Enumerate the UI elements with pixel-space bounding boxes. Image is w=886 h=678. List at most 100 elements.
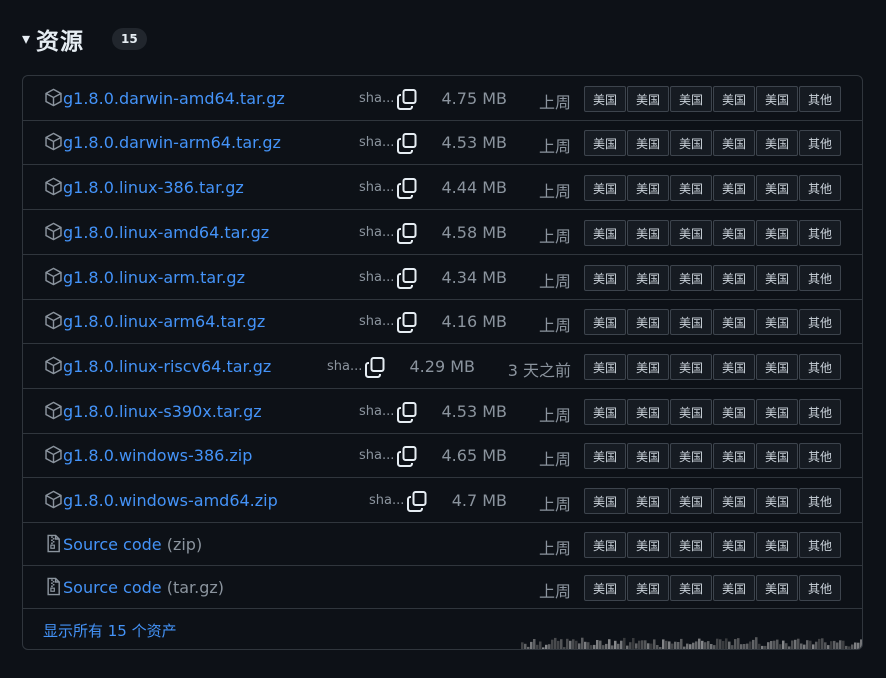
reaction-blur-block bbox=[539, 641, 542, 649]
reaction-blur-block bbox=[839, 640, 842, 649]
region-badge: 美国 bbox=[713, 309, 755, 335]
reaction-blur-block bbox=[635, 643, 638, 649]
reaction-blur-block bbox=[857, 642, 860, 649]
reaction-blur-block bbox=[578, 643, 581, 649]
reaction-blur-block bbox=[674, 641, 677, 649]
region-badges: 美国 美国 美国 美国 美国 其他 bbox=[584, 130, 842, 156]
region-badge: 美国 bbox=[627, 220, 669, 246]
reaction-blur-block bbox=[689, 644, 692, 649]
region-badge: 美国 bbox=[584, 265, 626, 291]
reaction-blur-block bbox=[719, 639, 722, 649]
show-all-assets-link[interactable]: 显示所有 15 个资产 bbox=[43, 620, 177, 641]
region-badge: 美国 bbox=[627, 265, 669, 291]
region-badge: 其他 bbox=[799, 443, 841, 469]
reaction-blur-block bbox=[803, 644, 806, 649]
region-badge: 美国 bbox=[627, 86, 669, 112]
reaction-blur-block bbox=[617, 643, 620, 649]
reaction-blur-block bbox=[563, 647, 566, 649]
asset-row: g1.8.0.linux-riscv64.tar.gz sha... 4.29 MB… bbox=[23, 344, 862, 389]
reaction-blur-block bbox=[626, 645, 629, 649]
region-badges: 美国 美国 美国 美国 美国 其他 bbox=[584, 86, 842, 112]
region-badge: 美国 bbox=[584, 86, 626, 112]
asset-row: g1.8.0.linux-arm.tar.gz sha... 4.34 MB 上周 美国… bbox=[23, 255, 862, 300]
reaction-blur-block bbox=[821, 638, 824, 649]
region-badge: 美国 bbox=[756, 488, 798, 514]
region-badges: 美国 美国 美国 美国 美国 其他 bbox=[584, 532, 842, 558]
reaction-blur-block bbox=[737, 638, 740, 649]
region-badges: 美国 美国 美国 美国 美国 其他 bbox=[584, 309, 842, 335]
reaction-blur-block bbox=[800, 643, 803, 649]
region-badge: 美国 bbox=[627, 575, 669, 601]
reaction-blur-block bbox=[854, 642, 857, 649]
reaction-blur-block bbox=[797, 638, 800, 649]
region-badge: 美国 bbox=[756, 309, 798, 335]
reaction-blur-block bbox=[758, 643, 761, 649]
reaction-blur-block bbox=[596, 640, 599, 649]
region-badges: 美国 美国 美国 美国 美国 其他 bbox=[584, 443, 842, 469]
reaction-blur-block bbox=[704, 642, 707, 649]
reaction-blur-block bbox=[650, 643, 653, 649]
reaction-blur-block bbox=[833, 640, 836, 649]
caret-down-icon[interactable]: ▾ bbox=[22, 31, 30, 47]
region-badge: 其他 bbox=[799, 130, 841, 156]
region-badge: 美国 bbox=[584, 175, 626, 201]
region-badge: 其他 bbox=[799, 488, 841, 514]
region-badges: 美国 美国 美国 美国 美国 其他 bbox=[584, 354, 842, 380]
reaction-blur-block bbox=[530, 641, 533, 649]
reaction-blur-block bbox=[644, 640, 647, 649]
region-badge: 美国 bbox=[670, 354, 712, 380]
reaction-blur-block bbox=[686, 643, 689, 649]
reaction-blur-block bbox=[812, 644, 815, 649]
reaction-blur-block bbox=[587, 642, 590, 649]
region-badges: 美国 美国 美国 美国 美国 其他 bbox=[584, 399, 842, 425]
reaction-blur-block bbox=[695, 641, 698, 649]
reaction-blur-block bbox=[683, 646, 686, 649]
reaction-blur-block bbox=[734, 639, 737, 649]
reaction-blur-block bbox=[782, 640, 785, 649]
reaction-blur-block bbox=[728, 641, 731, 649]
region-badges: 美国 美国 美国 美国 美国 其他 bbox=[584, 220, 842, 246]
reaction-blur-block bbox=[524, 643, 527, 649]
reaction-blur-block bbox=[680, 638, 683, 649]
assets-count-badge: 15 bbox=[112, 28, 147, 50]
reaction-blur-block bbox=[527, 646, 530, 649]
region-badge: 美国 bbox=[584, 575, 626, 601]
region-badge: 美国 bbox=[713, 220, 755, 246]
region-badges: 美国 美国 美国 美国 美国 其他 bbox=[584, 488, 842, 514]
region-badge: 美国 bbox=[584, 220, 626, 246]
reaction-blur-block bbox=[668, 641, 671, 649]
region-badge: 美国 bbox=[713, 354, 755, 380]
reaction-blur-block bbox=[836, 642, 839, 649]
asset-row: g1.8.0.linux-386.tar.gz sha... 4.44 MB 上周 美国… bbox=[23, 165, 862, 210]
reaction-blur-block bbox=[653, 639, 656, 649]
reaction-blur-block bbox=[677, 642, 680, 649]
reaction-blur-block bbox=[749, 641, 752, 649]
region-badge: 美国 bbox=[713, 86, 755, 112]
reaction-blur-block bbox=[845, 645, 848, 649]
asset-row: g1.8.0.windows-386.zip sha... 4.65 MB 上周 美国美… bbox=[23, 434, 862, 478]
reaction-blur-block bbox=[743, 644, 746, 649]
region-badge: 美国 bbox=[670, 86, 712, 112]
reaction-blur-block bbox=[671, 643, 674, 649]
region-badge: 美国 bbox=[627, 309, 669, 335]
region-badge: 其他 bbox=[799, 175, 841, 201]
reaction-blur-block bbox=[785, 643, 788, 649]
assets-header[interactable]: ▾ 资源 15 bbox=[22, 24, 147, 55]
region-badge: 美国 bbox=[670, 265, 712, 291]
reaction-blur-block bbox=[569, 640, 572, 649]
reaction-blur-block bbox=[722, 641, 725, 649]
asset-row: g1.8.0.windows-amd64.zip sha... 4.7 MB 上周 美国… bbox=[23, 478, 862, 523]
reaction-blur-block bbox=[623, 637, 626, 649]
reaction-blur-block bbox=[662, 639, 665, 649]
region-badge: 其他 bbox=[799, 575, 841, 601]
reaction-blur-block bbox=[590, 645, 593, 649]
region-badges: 美国 美国 美国 美国 美国 其他 bbox=[584, 175, 842, 201]
reaction-blur-block bbox=[557, 640, 560, 649]
asset-row: g1.8.0.linux-s390x.tar.gz sha... 4.53 MB 上周… bbox=[23, 389, 862, 434]
region-badges: 美国 美国 美国 美国 美国 其他 bbox=[584, 575, 842, 601]
reactions-bar bbox=[521, 637, 862, 649]
region-badge: 美国 bbox=[584, 443, 626, 469]
region-badge: 美国 bbox=[756, 443, 798, 469]
reaction-blur-block bbox=[809, 640, 812, 649]
reaction-blur-block bbox=[806, 640, 809, 649]
